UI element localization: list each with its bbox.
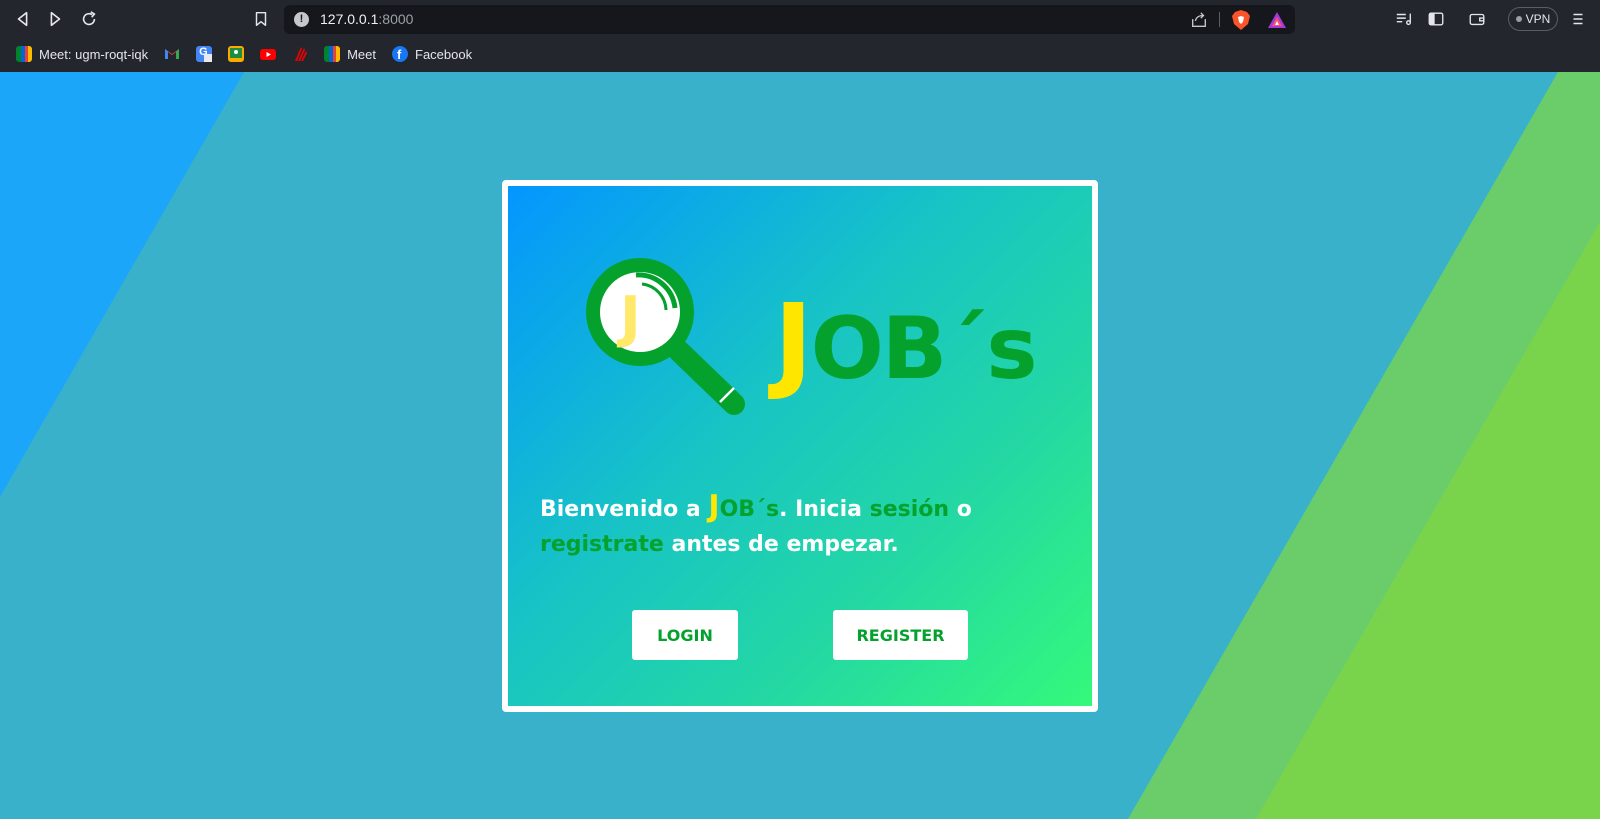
brand-name: JOB´s [774,290,1038,394]
bookmark-google-classroom[interactable] [226,42,252,66]
bookmark-label: Meet: ugm-roqt-iqk [39,46,149,62]
media-playlist-button[interactable] [1391,6,1417,32]
magnifying-glass-icon: J [586,258,745,415]
welcome-brand-initial: J [708,489,720,524]
welcome-card: J JOB´s Bienvenido a JOB´s. Inicia sesió… [502,180,1098,712]
playlist-icon [1396,13,1411,26]
wallet-icon [1469,13,1485,26]
browser-chrome: ! 127.0.0.1:8000 VPN Meet: ugm-roqt-iqk [0,0,1600,72]
forward-button[interactable] [42,6,68,32]
reload-icon [82,11,96,26]
gmail-icon [165,49,180,59]
bookmark-label: Meet [347,46,376,62]
welcome-text-middle: . Inicia [779,497,870,522]
santander-icon [295,47,308,61]
url-host: 127.0.0.1 [320,11,379,27]
bookmark-label: Facebook [415,46,473,62]
bookmark-google-translate[interactable]: G [194,42,220,66]
login-link[interactable]: sesión [870,497,949,522]
reload-button[interactable] [76,6,102,32]
sidebar-button[interactable] [1423,6,1449,32]
hamburger-menu-icon [1573,13,1583,25]
vpn-status-icon [1515,16,1522,22]
google-meet-icon [324,46,341,62]
url-port: :8000 [378,11,414,27]
bookmark-facebook[interactable]: f Facebook [390,42,480,66]
brave-shields-icon[interactable] [1232,10,1250,30]
vpn-label: VPN [1525,12,1551,26]
register-link[interactable]: registrate [540,532,664,557]
sidebar-icon [1428,12,1444,26]
welcome-text-before: Bienvenido a [540,497,709,522]
brave-rewards-icon[interactable] [1267,11,1287,29]
browser-menu-button[interactable] [1565,6,1591,32]
welcome-text-after: antes de empezar. [663,532,899,557]
bookmark-meet-ugm[interactable]: Meet: ugm-roqt-iqk [14,42,156,66]
back-arrow-icon [17,11,28,27]
bookmark-meet[interactable]: Meet [322,42,384,66]
share-icon[interactable] [1190,11,1208,29]
brand-initial: J [774,281,813,403]
logo-mark-letter: J [616,285,641,350]
google-classroom-icon [228,46,245,62]
facebook-icon: f [392,46,408,62]
forward-arrow-icon [50,11,61,27]
login-button[interactable]: LOGIN [632,610,738,660]
back-button[interactable] [10,6,36,32]
bookmark-icon [255,11,267,27]
bookmark-gmail[interactable] [162,42,188,66]
address-bar-divider [1219,12,1220,27]
url-text[interactable]: 127.0.0.1:8000 [320,11,413,27]
bookmark-santander[interactable] [290,42,316,66]
welcome-brand-rest: OB´s [719,497,780,522]
browser-toolbar: ! 127.0.0.1:8000 VPN [0,0,1600,38]
welcome-message: Bienvenido a JOB´s. Inicia sesión o regi… [540,489,1060,562]
bookmarks-bar: Meet: ugm-roqt-iqk G Meet f Facebook [0,40,1600,68]
wallet-button[interactable] [1464,6,1490,32]
welcome-text-or: o [949,497,972,522]
site-info-icon[interactable]: ! [294,12,309,27]
vpn-button[interactable]: VPN [1508,7,1558,31]
google-meet-icon [16,46,32,62]
bookmark-youtube[interactable] [258,42,284,66]
jobs-logo: J JOB´s [584,256,1038,416]
google-translate-icon: G [196,46,213,62]
brand-rest: OB´s [810,299,1038,399]
youtube-icon [260,49,277,60]
register-button[interactable]: REGISTER [833,610,968,660]
address-bar[interactable]: ! 127.0.0.1:8000 [284,5,1295,34]
bookmark-button[interactable] [248,6,274,32]
